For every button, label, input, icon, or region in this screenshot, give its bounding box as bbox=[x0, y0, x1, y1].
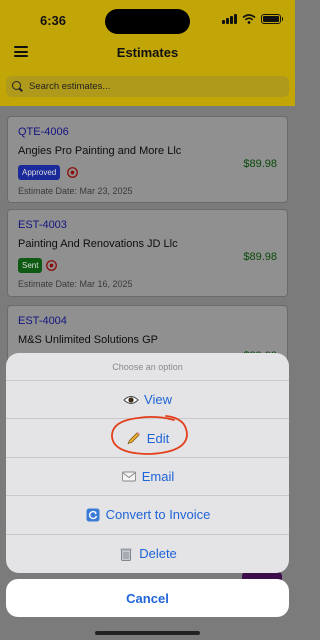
home-indicator bbox=[95, 631, 200, 635]
estimate-amount: $89.98 bbox=[243, 251, 277, 263]
option-edit[interactable]: Edit bbox=[6, 419, 289, 458]
company-name: Angies Pro Painting and More Llc bbox=[18, 145, 182, 157]
estimate-amount: $89.98 bbox=[243, 158, 277, 170]
estimate-date: Estimate Date: Mar 23, 2025 bbox=[18, 186, 133, 196]
nav-bar: Estimates bbox=[0, 40, 295, 66]
wifi-icon bbox=[242, 14, 256, 24]
option-email[interactable]: Email bbox=[6, 458, 289, 497]
action-sheet-title: Choose an option bbox=[6, 353, 289, 381]
option-label: Delete bbox=[139, 546, 177, 562]
status-time: 6:36 bbox=[40, 13, 67, 28]
status-badge: Sent bbox=[18, 258, 43, 273]
envelope-icon bbox=[121, 472, 136, 482]
list-item[interactable]: QTE-4006 Angies Pro Painting and More Ll… bbox=[7, 116, 288, 203]
app-header: 6:36 Estimates Search estimates... bbox=[0, 0, 295, 106]
refresh-icon bbox=[86, 508, 100, 522]
option-label: Email bbox=[141, 468, 175, 484]
company-name: Painting And Renovations JD Llc bbox=[18, 238, 178, 250]
eye-icon bbox=[123, 395, 139, 404]
status-bar: 6:36 bbox=[0, 0, 295, 40]
estimate-id: EST-4003 bbox=[18, 219, 67, 231]
signal-icon bbox=[222, 14, 237, 24]
option-label: Convert to Invoice bbox=[105, 507, 211, 523]
search-icon bbox=[12, 80, 24, 93]
pencil-icon bbox=[127, 432, 140, 445]
option-label: View bbox=[144, 392, 172, 408]
option-delete[interactable]: Delete bbox=[6, 535, 289, 573]
company-name: M&S Unlimited Solutions GP bbox=[18, 334, 158, 346]
option-view[interactable]: View bbox=[6, 381, 289, 420]
estimate-date: Estimate Date: Mar 16, 2025 bbox=[18, 279, 133, 289]
eye-icon[interactable] bbox=[67, 167, 78, 178]
trash-icon bbox=[120, 548, 132, 561]
cancel-button[interactable]: Cancel bbox=[6, 579, 289, 617]
status-badge: Approved bbox=[18, 165, 61, 180]
estimate-id: QTE-4006 bbox=[18, 126, 69, 138]
battery-icon bbox=[261, 14, 283, 24]
eye-icon[interactable] bbox=[46, 260, 57, 271]
action-sheet: Choose an option View Edit Email Convert… bbox=[6, 353, 289, 573]
option-label: Edit bbox=[146, 430, 170, 446]
search-placeholder: Search estimates... bbox=[29, 81, 111, 92]
list-item[interactable]: EST-4003 Painting And Renovations JD Llc… bbox=[7, 209, 288, 297]
option-convert-to-invoice[interactable]: Convert to Invoice bbox=[6, 496, 289, 535]
status-icons bbox=[222, 14, 283, 24]
dynamic-island bbox=[105, 9, 190, 34]
search-input[interactable]: Search estimates... bbox=[6, 76, 289, 97]
page-title: Estimates bbox=[116, 45, 179, 60]
estimate-id: EST-4004 bbox=[18, 315, 67, 327]
